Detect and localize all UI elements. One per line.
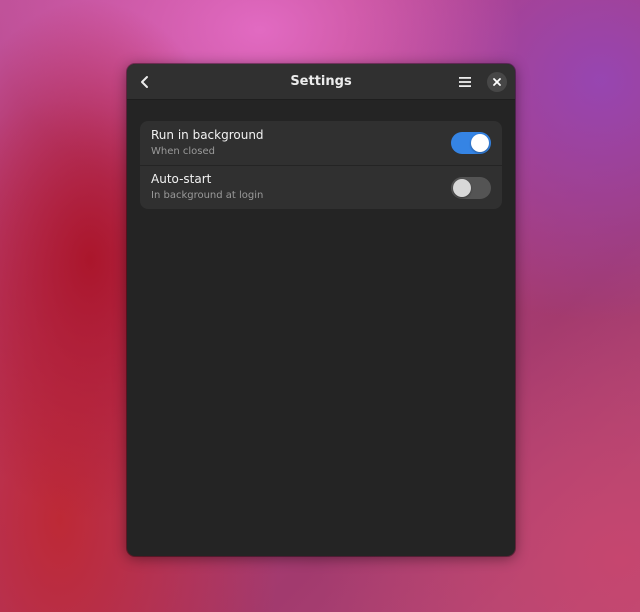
window-title: Settings bbox=[290, 74, 352, 89]
setting-title: Auto-start bbox=[151, 172, 212, 186]
setting-subtitle: When closed bbox=[151, 145, 215, 157]
close-button[interactable] bbox=[487, 72, 507, 92]
header-bar: Settings bbox=[127, 64, 515, 100]
switch-knob bbox=[453, 178, 471, 197]
hamburger-menu-icon bbox=[459, 77, 471, 87]
settings-content: Run in background When closed Auto-start… bbox=[127, 100, 515, 209]
setting-subtitle: In background at login bbox=[151, 190, 264, 201]
back-button[interactable] bbox=[133, 70, 157, 94]
run-in-background-switch[interactable] bbox=[451, 132, 491, 154]
close-icon bbox=[493, 78, 501, 86]
setting-row-run-in-background[interactable]: Run in background When closed bbox=[140, 121, 502, 165]
settings-window: Settings Run in background When closed A… bbox=[127, 64, 515, 556]
auto-start-switch[interactable] bbox=[451, 176, 491, 199]
setting-row-auto-start[interactable]: Auto-start In background at login bbox=[140, 165, 502, 209]
settings-list: Run in background When closed Auto-start… bbox=[140, 121, 502, 209]
setting-title: Run in background bbox=[151, 127, 264, 142]
chevron-left-icon bbox=[141, 76, 148, 88]
switch-knob bbox=[471, 134, 489, 152]
main-menu-button[interactable] bbox=[453, 70, 477, 94]
